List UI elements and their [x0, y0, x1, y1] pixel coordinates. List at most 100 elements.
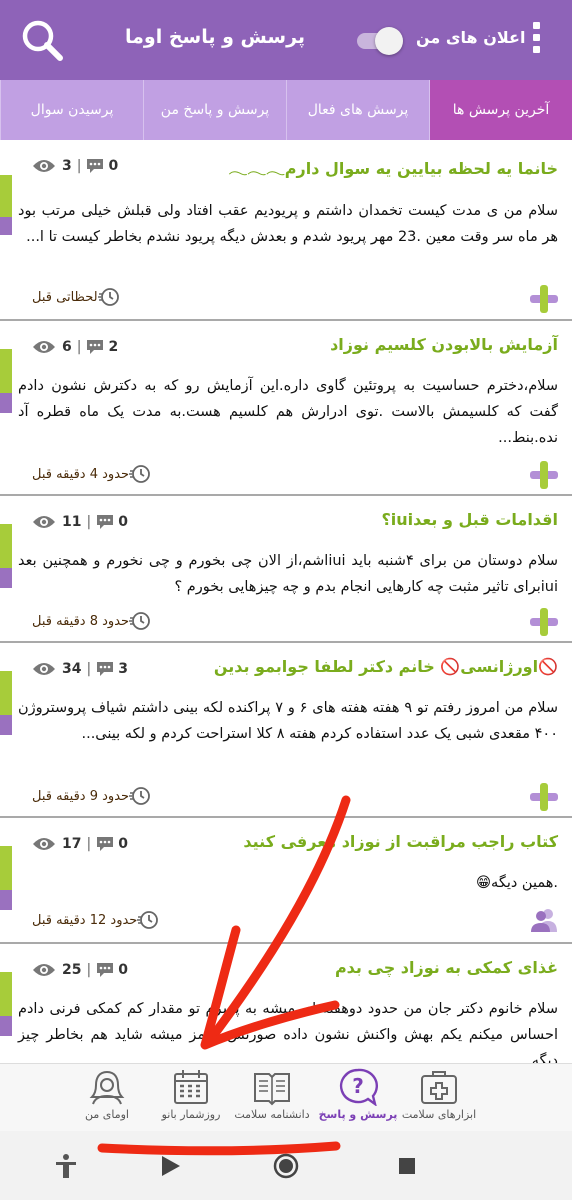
nav-label: ابزارهای سلامت	[401, 1108, 477, 1121]
question-feed[interactable]: 3 | 0 خانما یه لحظه بیایین یه سوال دارم𓂃…	[0, 140, 572, 1063]
clock-history-icon	[129, 612, 150, 630]
question-card[interactable]: 17 | 0 کتاب راجب مراقبت از نوزاد معرفی ک…	[0, 818, 572, 944]
tab-my-questions[interactable]: پرسش و پاسخ من	[143, 80, 286, 140]
clock-history-icon	[129, 787, 150, 805]
question-time-text: حدود 8 دقیقه قبل	[32, 613, 130, 629]
question-title[interactable]: غذای کمکی به نوزاد چی بدم	[335, 958, 558, 977]
square-icon[interactable]	[394, 1153, 420, 1179]
overflow-menu-icon[interactable]	[528, 22, 544, 60]
question-stats: 6 | 2	[32, 335, 118, 359]
open-book-icon	[254, 1073, 290, 1106]
views-count: 34	[62, 661, 82, 677]
answers-count: 0	[118, 514, 128, 530]
nav-lady-calendar[interactable]: روزشمار بانو	[148, 1068, 234, 1130]
nav-health-encyclopedia[interactable]: دانشنامه سلامت	[229, 1068, 315, 1130]
calendar-icon	[174, 1070, 208, 1104]
views-count: 17	[62, 836, 82, 852]
views-count: 25	[62, 962, 82, 978]
search-icon[interactable]	[20, 18, 64, 62]
question-time-text: لحظاتی قبل	[32, 289, 98, 305]
views-count: 3	[62, 158, 72, 174]
question-time-text: حدود 9 دقیقه قبل	[32, 788, 130, 804]
nav-label: پرسش و پاسخ	[318, 1108, 398, 1121]
cross-icon	[530, 608, 558, 636]
user-group-icon	[531, 909, 557, 932]
eye-icon	[33, 964, 55, 976]
question-time: لحظاتی قبل	[32, 287, 126, 307]
notifications-toggle[interactable]	[353, 27, 403, 55]
first-aid-kit-icon	[421, 1071, 457, 1104]
answers-count: 3	[118, 661, 128, 677]
question-body: سلام خانوم دکتر جان من حدود دوهفته ای می…	[18, 1001, 558, 1063]
eye-icon	[33, 838, 55, 850]
clock-history-icon	[129, 465, 150, 483]
question-title[interactable]: اقدامات قبل و بعدiui؟	[381, 510, 558, 529]
question-stats: 34 | 3	[32, 657, 128, 681]
comment-icon	[97, 963, 114, 977]
question-card[interactable]: 25 | 0 غذای کمکی به نوزاد چی بدم سلام خا…	[0, 944, 572, 1063]
comment-icon	[87, 159, 104, 173]
question-title[interactable]: 🚫اورژانسی🚫 خانم دکتر لطفا جوابمو بدین	[214, 657, 558, 676]
views-count: 11	[62, 514, 82, 530]
svg-text:?: ?	[352, 1074, 364, 1098]
answers-count: 0	[118, 836, 128, 852]
home-circle-icon[interactable]	[273, 1153, 299, 1179]
question-card[interactable]: 34 | 3 🚫اورژانسی🚫 خانم دکتر لطفا جوابمو …	[0, 643, 572, 818]
question-title[interactable]: خانما یه لحظه بیایین یه سوال دارم𓂃𓂃𓂃	[229, 154, 558, 180]
question-stats: 17 | 0	[32, 832, 128, 856]
question-body: .همین دیگه😁	[475, 875, 558, 891]
accessibility-icon[interactable]	[53, 1153, 79, 1179]
tab-ask-question[interactable]: پرسیدن سوال	[0, 80, 143, 140]
eye-icon	[33, 516, 55, 528]
question-stats: 25 | 0	[32, 958, 128, 982]
question-body: سلام من امروز رفتم تو ۹ هفته هفته های ۶ …	[18, 700, 558, 742]
question-card[interactable]: 3 | 0 خانما یه لحظه بیایین یه سوال دارم𓂃…	[0, 140, 572, 321]
system-navigation-bar	[0, 1131, 572, 1200]
question-title[interactable]: آزمایش بالابودن کلسیم نوزاد	[330, 335, 558, 354]
woman-profile-icon	[89, 1070, 125, 1105]
nav-health-tools[interactable]: ابزارهای سلامت	[396, 1068, 482, 1130]
question-stats: 11 | 0	[32, 510, 128, 534]
notifications-label: اعلان های من	[416, 28, 526, 47]
bottom-navigation: ابزارهای سلامت ? پرسش و پاسخ دانشنامه سل…	[0, 1063, 572, 1131]
question-card[interactable]: 11 | 0 اقدامات قبل و بعدiui؟ سلام دوستان…	[0, 496, 572, 643]
question-time-text: حدود 12 دقیقه قبل	[32, 912, 138, 928]
views-count: 6	[62, 339, 72, 355]
question-time: حدود 4 دقیقه قبل	[32, 464, 157, 484]
eye-icon	[33, 663, 55, 675]
nav-questions-answers[interactable]: ? پرسش و پاسخ	[315, 1068, 401, 1130]
comment-icon	[97, 837, 114, 851]
question-time: حدود 12 دقیقه قبل	[32, 910, 165, 930]
comment-icon	[97, 515, 114, 529]
question-card[interactable]: 6 | 2 آزمایش بالابودن کلسیم نوزاد سلام،د…	[0, 321, 572, 496]
nav-my-ooma[interactable]: اومای من	[64, 1068, 150, 1130]
cross-icon	[530, 783, 558, 811]
nav-label: روزشمار بانو	[161, 1108, 221, 1121]
tab-bar: آخرین پرسش ها پرسش های فعال پرسش و پاسخ …	[0, 80, 572, 140]
question-time: حدود 9 دقیقه قبل	[32, 786, 157, 806]
question-body: سلام دوستان من برای ۴شنبه باید iuiاشم،از…	[18, 553, 558, 595]
comment-icon	[87, 340, 104, 354]
cross-icon	[530, 285, 558, 313]
nav-label: دانشنامه سلامت	[234, 1108, 310, 1121]
eye-icon	[33, 160, 55, 172]
question-bubble-icon: ?	[339, 1068, 378, 1106]
play-icon[interactable]	[157, 1153, 183, 1179]
clock-history-icon	[97, 288, 119, 306]
answers-count: 0	[108, 158, 119, 174]
cross-icon	[530, 461, 558, 489]
question-stats: 3 | 0	[32, 154, 118, 178]
question-body: سلام من ی مدت کیست تخمدان داشتم و پریودی…	[18, 203, 558, 245]
question-time: حدود 8 دقیقه قبل	[32, 611, 157, 631]
answers-count: 2	[108, 339, 119, 355]
nav-label: اومای من	[85, 1108, 129, 1121]
tab-latest-questions[interactable]: آخرین پرسش ها	[429, 80, 572, 140]
app-bar: پرسش و پاسخ اوما اعلان های من	[0, 0, 572, 80]
clock-history-icon	[137, 911, 159, 929]
eye-icon	[33, 341, 55, 353]
tab-active-questions[interactable]: پرسش های فعال	[286, 80, 429, 140]
question-body: سلام،دخترم حساسیت به پروتئین گاوی داره.ا…	[18, 378, 558, 446]
question-title[interactable]: کتاب راجب مراقبت از نوزاد معرفی کنید	[243, 832, 558, 851]
comment-icon	[97, 662, 114, 676]
app-title: پرسش و پاسخ اوما	[125, 26, 306, 48]
